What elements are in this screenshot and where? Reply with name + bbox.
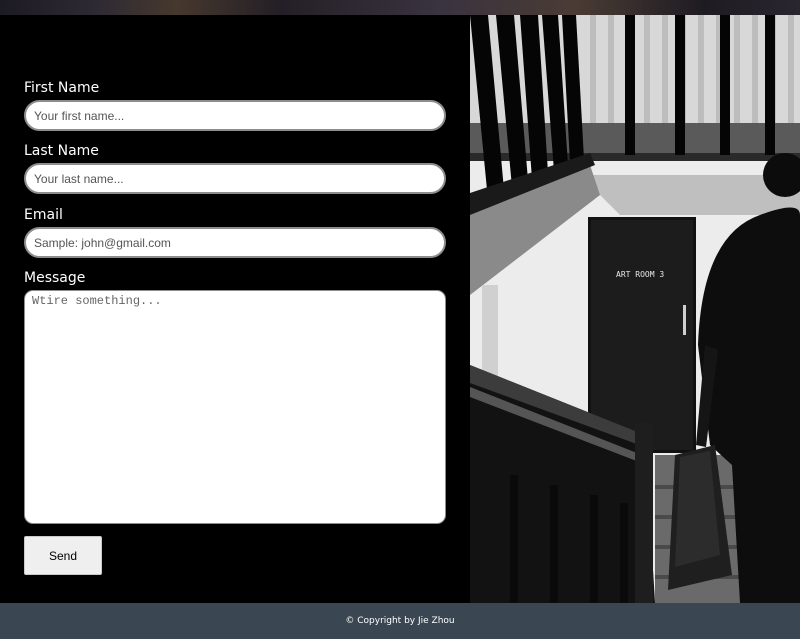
page-footer: © Copyright by Jie Zhou — [0, 603, 800, 639]
first-name-input[interactable] — [24, 100, 446, 131]
send-button[interactable]: Send — [24, 536, 102, 575]
last-name-input[interactable] — [24, 163, 446, 194]
door-sign-text: ART ROOM 3 — [616, 270, 664, 279]
header-banner-strip — [0, 0, 800, 15]
message-textarea[interactable] — [24, 290, 446, 524]
stairwell-photo: ART ROOM 3 — [470, 15, 800, 603]
email-label: Email — [24, 207, 63, 223]
last-name-label: Last Name — [24, 143, 99, 159]
message-label: Message — [24, 270, 86, 286]
copyright-text: © Copyright by Jie Zhou — [345, 616, 455, 626]
first-name-label: First Name — [24, 80, 100, 96]
email-input[interactable] — [24, 227, 446, 258]
